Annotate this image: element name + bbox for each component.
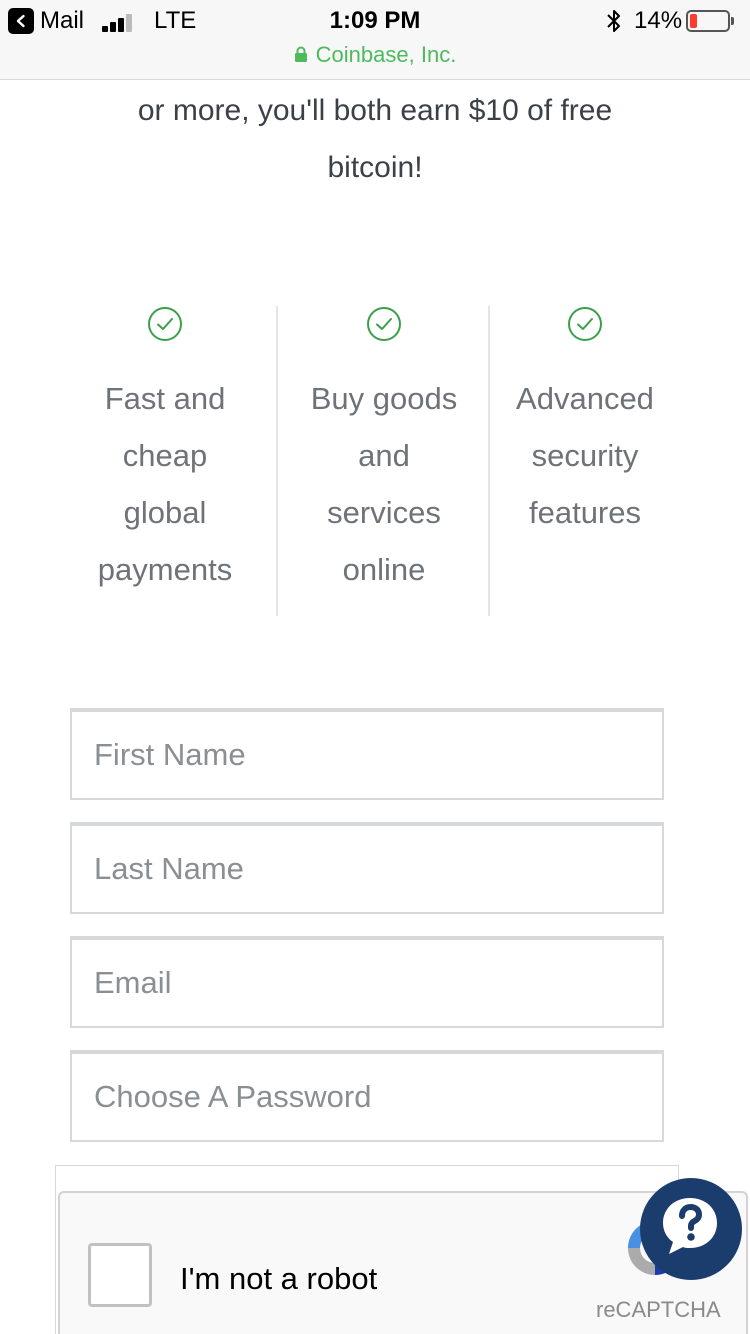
site-identity[interactable]: Coinbase, Inc. <box>0 40 750 70</box>
check-circle-icon <box>148 307 182 341</box>
feature-label-line: and <box>358 438 410 473</box>
feature-label-line: online <box>342 552 426 587</box>
help-chat-button[interactable] <box>640 1178 742 1280</box>
feature-label-line: Buy goods <box>310 381 458 416</box>
check-circle-icon <box>568 307 602 341</box>
feature-security: Advanced security features <box>496 306 674 616</box>
first-name-field[interactable] <box>70 708 664 800</box>
captcha-brand: reCAPTCHA <box>596 1297 721 1322</box>
feature-label-line: cheap <box>122 438 208 473</box>
bluetooth-icon <box>607 10 620 32</box>
feature-buy-goods: Buy goods and services online <box>286 306 482 616</box>
help-chat-icon <box>663 1198 717 1254</box>
battery-icon <box>686 10 734 32</box>
check-circle-icon <box>367 307 401 341</box>
feature-label-line: security <box>531 438 639 473</box>
feature-divider <box>276 306 278 616</box>
battery-percentage: 14% <box>634 7 683 34</box>
feature-label-line: features <box>528 495 641 530</box>
last-name-field[interactable] <box>70 822 664 914</box>
feature-label-line: Fast and <box>104 381 226 416</box>
feature-label-line: global <box>123 495 207 530</box>
feature-list: Fast and cheap global payments Buy goods… <box>60 306 690 616</box>
feature-fast-payments: Fast and cheap global payments <box>60 306 270 616</box>
password-input[interactable] <box>72 1054 662 1140</box>
feature-label-line: payments <box>97 552 233 587</box>
feature-divider <box>488 306 490 616</box>
first-name-input[interactable] <box>72 712 662 798</box>
captcha-checkbox[interactable] <box>88 1243 152 1307</box>
intro-line-2: bitcoin! <box>327 151 423 184</box>
feature-label-line: services <box>327 495 441 530</box>
feature-label-line: Advanced <box>516 381 654 416</box>
last-name-input[interactable] <box>72 826 662 912</box>
lock-icon <box>294 46 307 63</box>
captcha-label: I'm not a robot <box>180 1261 378 1296</box>
site-name: Coinbase, Inc. <box>315 42 457 67</box>
intro-line-1: or more, you'll both earn $10 of free <box>137 94 613 127</box>
email-input[interactable] <box>72 940 662 1026</box>
email-field[interactable] <box>70 936 664 1028</box>
referral-intro-text: or more, you'll both earn $10 of free bi… <box>0 82 750 196</box>
password-field[interactable] <box>70 1050 664 1142</box>
status-bar: Mail LTE 1:09 PM 14% Coinbase, Inc. <box>0 0 750 80</box>
